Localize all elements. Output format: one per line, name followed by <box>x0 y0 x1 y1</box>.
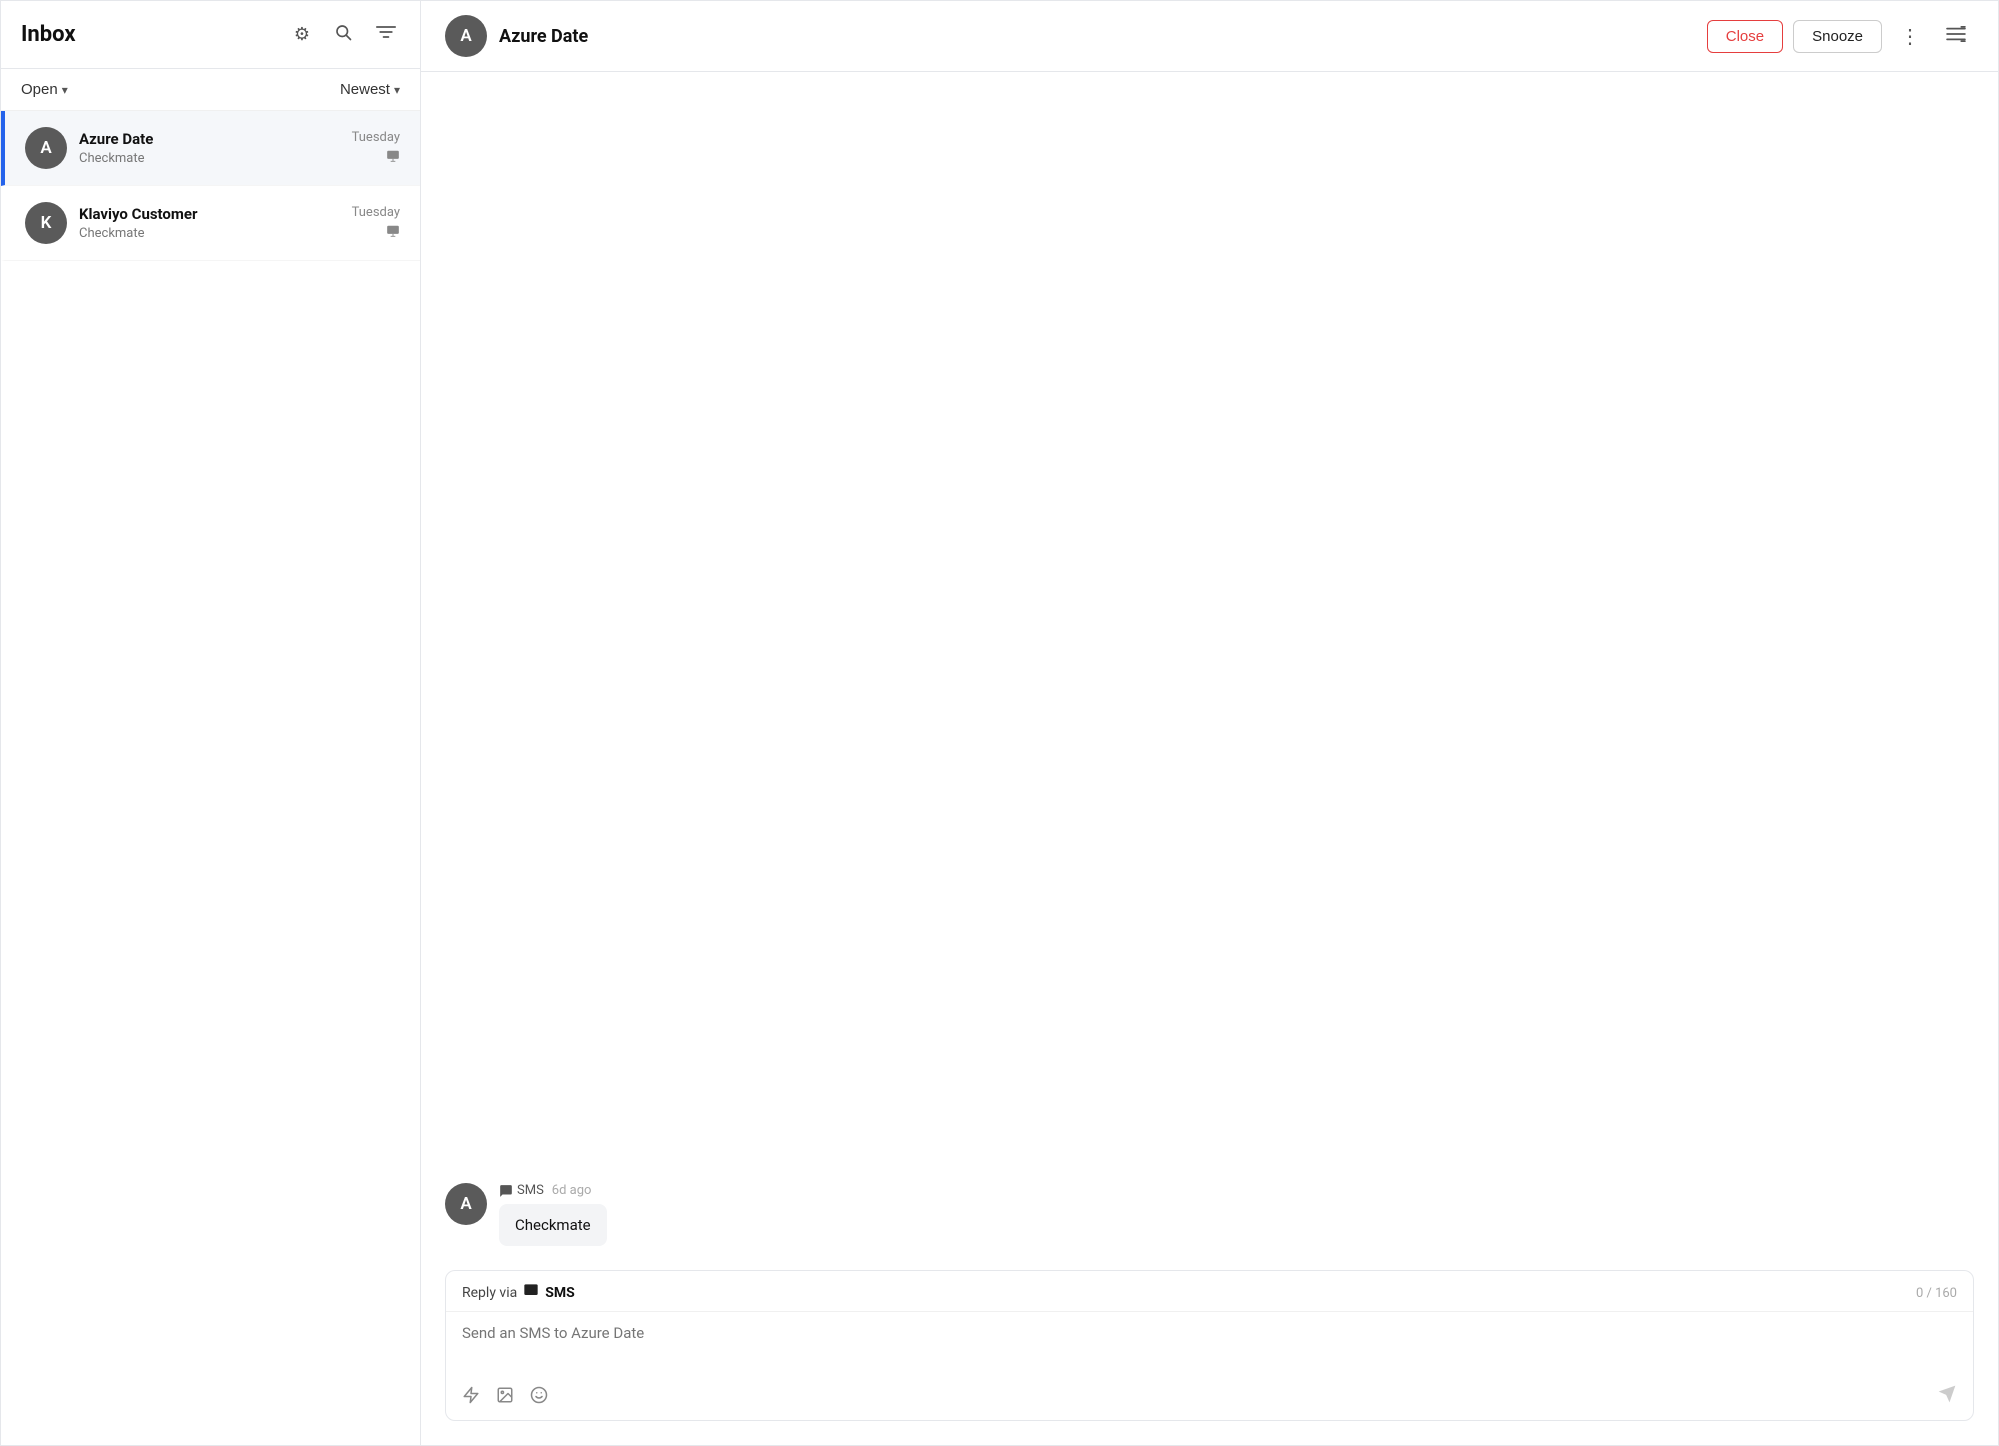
search-button[interactable] <box>330 19 356 50</box>
right-header-actions: Close Snooze ⋮ <box>1707 20 1974 53</box>
sms-channel-icon <box>523 1283 539 1303</box>
conv-time-klaviyo: Tuesday <box>352 205 400 220</box>
conv-time-azure-date: Tuesday <box>352 130 400 145</box>
conv-meta-azure-date: Tuesday <box>352 130 400 167</box>
settings-icon: ⚙ <box>294 24 310 45</box>
image-icon <box>496 1388 514 1408</box>
status-filter[interactable]: Open ▾ <box>21 81 68 98</box>
left-panel: Inbox ⚙ Open ▾ <box>1 1 421 1445</box>
reply-textarea[interactable] <box>446 1312 1973 1372</box>
conv-meta-klaviyo: Tuesday <box>352 205 400 242</box>
app-container: Inbox ⚙ Open ▾ <box>0 0 1999 1446</box>
avatar-azure-date: A <box>25 127 67 169</box>
emoji-icon <box>530 1388 548 1408</box>
reply-header: Reply via SMS 0 / 160 <box>446 1271 1973 1312</box>
status-chevron-icon: ▾ <box>62 83 68 97</box>
conv-channel-icon-azure-date <box>386 149 400 167</box>
conv-name-azure-date: Azure Date <box>79 130 344 148</box>
avatar-right-header: A <box>445 15 487 57</box>
conversation-item-klaviyo[interactable]: K Klaviyo Customer Checkmate Tuesday <box>1 186 420 261</box>
right-panel: A Azure Date Close Snooze ⋮ A <box>421 1 1998 1445</box>
sort-filter[interactable]: Newest ▾ <box>340 81 400 98</box>
conversation-list: A Azure Date Checkmate Tuesday K Klaviyo… <box>1 111 420 1445</box>
conversation-body: A SMS 6d ago Checkmate <box>421 72 1998 1270</box>
message-bubble-wrapper: SMS 6d ago Checkmate <box>499 1183 607 1246</box>
message-bubble: Checkmate <box>499 1204 607 1246</box>
snooze-button[interactable]: Snooze <box>1793 20 1882 53</box>
conv-channel-icon-klaviyo <box>386 224 400 242</box>
filter-button[interactable] <box>372 19 400 50</box>
emoji-button[interactable] <box>530 1386 548 1409</box>
conv-name-klaviyo: Klaviyo Customer <box>79 205 344 223</box>
reply-channel-label: SMS <box>545 1285 575 1301</box>
lightning-button[interactable] <box>462 1386 480 1409</box>
message-avatar: A <box>445 1183 487 1225</box>
message-channel: SMS <box>499 1183 544 1198</box>
right-panel-title: Azure Date <box>499 26 588 47</box>
message-time: 6d ago <box>552 1183 592 1198</box>
more-options-button[interactable]: ⋮ <box>1892 20 1928 53</box>
left-header: Inbox ⚙ <box>1 1 420 69</box>
reply-footer <box>446 1376 1973 1420</box>
image-button[interactable] <box>496 1386 514 1409</box>
conv-info-azure-date: Azure Date Checkmate <box>79 130 344 166</box>
conversation-item-azure-date[interactable]: A Azure Date Checkmate Tuesday <box>1 111 420 186</box>
settings-button[interactable]: ⚙ <box>290 20 314 49</box>
conv-info-klaviyo: Klaviyo Customer Checkmate <box>79 205 344 241</box>
sort-label: Newest <box>340 81 390 98</box>
message-meta: SMS 6d ago <box>499 1183 607 1198</box>
inbox-title: Inbox <box>21 22 76 47</box>
reply-box: Reply via SMS 0 / 160 <box>445 1270 1974 1421</box>
status-label: Open <box>21 81 58 98</box>
send-icon <box>1937 1387 1957 1409</box>
reply-via: Reply via SMS <box>462 1283 575 1303</box>
conv-preview-azure-date: Checkmate <box>79 151 344 166</box>
conv-preview-klaviyo: Checkmate <box>79 226 344 241</box>
channel-label: SMS <box>517 1183 544 1198</box>
close-button[interactable]: Close <box>1707 20 1783 53</box>
list-view-icon <box>1946 25 1966 47</box>
right-header: A Azure Date Close Snooze ⋮ <box>421 1 1998 72</box>
filter-bar: Open ▾ Newest ▾ <box>1 69 420 111</box>
char-count: 0 / 160 <box>1916 1286 1957 1301</box>
send-button[interactable] <box>1937 1384 1957 1410</box>
avatar-klaviyo: K <box>25 202 67 244</box>
filter-icon <box>376 23 396 46</box>
lightning-icon <box>462 1388 480 1408</box>
message-row: A SMS 6d ago Checkmate <box>445 1183 1974 1246</box>
header-icons: ⚙ <box>290 19 400 50</box>
search-icon <box>334 23 352 46</box>
list-view-button[interactable] <box>1938 21 1974 52</box>
right-header-left: A Azure Date <box>445 15 588 57</box>
sort-chevron-icon: ▾ <box>394 83 400 97</box>
reply-tools <box>462 1386 548 1409</box>
message-content: Checkmate <box>515 1216 591 1234</box>
more-icon: ⋮ <box>1900 26 1920 48</box>
reply-via-label: Reply via <box>462 1285 517 1301</box>
